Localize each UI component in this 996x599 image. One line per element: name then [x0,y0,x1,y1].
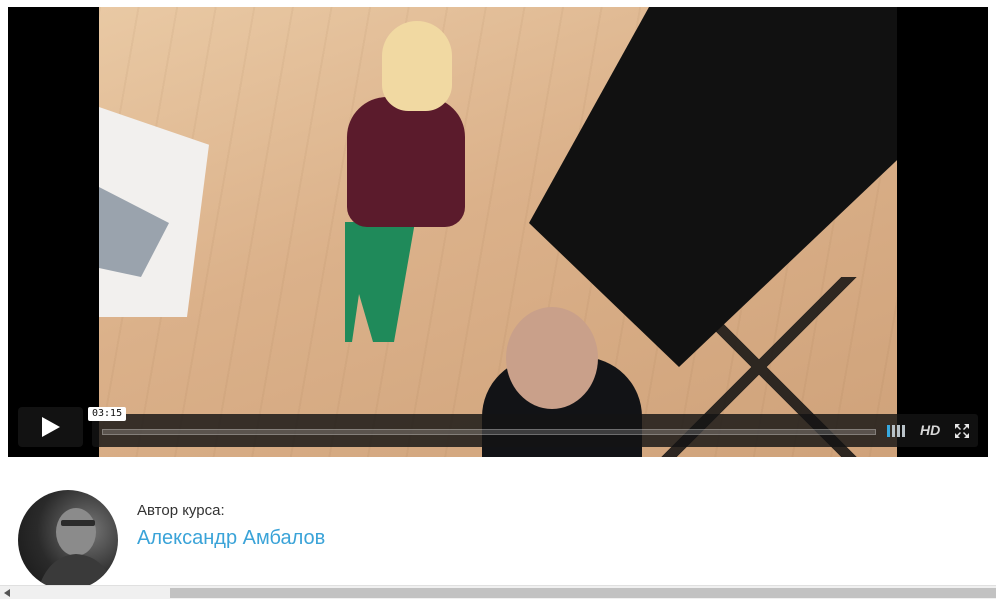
chevron-left-icon [4,589,10,597]
play-button[interactable] [18,407,83,447]
man-head [506,307,598,409]
volume-level-bar [887,425,890,437]
control-bar: HD [92,414,978,447]
woman-legs [345,222,415,342]
author-avatar[interactable] [18,490,118,590]
progress-bar[interactable] [102,429,876,435]
hd-button[interactable]: HD [920,422,940,438]
scroll-left-button[interactable] [0,586,14,599]
time-tooltip: 03:15 [88,407,127,421]
woman-body [347,97,465,227]
play-icon [41,417,60,437]
volume-icon[interactable] [887,424,911,438]
volume-level-bar [897,425,900,437]
volume-level-bar [892,425,895,437]
volume-level-bar [902,425,905,437]
video-frame[interactable] [99,7,897,457]
author-name-link[interactable]: Александр Амбалов [137,527,325,550]
fullscreen-icon[interactable] [954,423,970,439]
woman-head [382,21,452,111]
horizontal-scrollbar[interactable] [0,585,996,599]
author-label: Автор курса: [137,502,225,519]
scrollbar-thumb[interactable] [170,588,996,598]
page: HD 03:15 Автор курса: Александр Амбалов [0,0,996,599]
avatar-portrait [38,508,114,590]
video-player[interactable]: HD 03:15 [8,7,988,457]
